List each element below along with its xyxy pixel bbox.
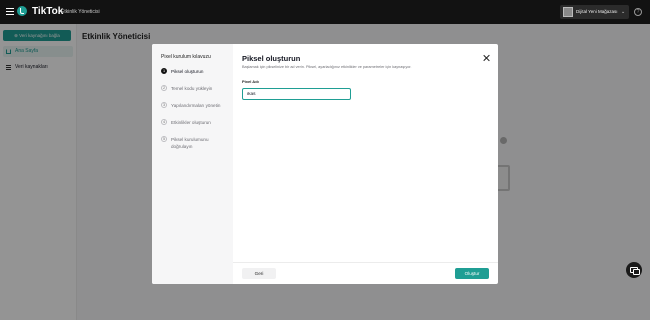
account-switcher[interactable]: Dijital Yeni Mağazası ⌄ bbox=[560, 5, 629, 19]
account-avatar bbox=[563, 7, 573, 17]
pixel-setup-modal: Pixel kurulum kılavuzu 1 Piksel oluşturu… bbox=[152, 44, 498, 284]
step-number: 4 bbox=[161, 119, 167, 125]
close-icon[interactable] bbox=[483, 55, 489, 61]
tiktok-logo-icon bbox=[17, 6, 27, 16]
step-number: 3 bbox=[161, 102, 167, 108]
steps-title: Pixel kurulum kılavuzu bbox=[161, 54, 211, 60]
top-bar: TikTok · Etkinlik Yöneticisi Dijital Yen… bbox=[0, 0, 650, 24]
step-label: Temel kodu yükleyin bbox=[171, 86, 213, 91]
modal-subtitle: Başlamak için pikselinize bir ad verin. … bbox=[242, 65, 412, 69]
step-number: 1 bbox=[161, 68, 167, 74]
create-button[interactable]: Oluştur bbox=[455, 268, 489, 279]
pixel-name-input[interactable] bbox=[242, 88, 351, 100]
pixel-name-label: Pixel Adı bbox=[242, 79, 259, 84]
step-number: 5 bbox=[161, 136, 167, 142]
account-name: Dijital Yeni Mağazası bbox=[576, 9, 618, 14]
step-number: 2 bbox=[161, 85, 167, 91]
chat-support-icon[interactable] bbox=[626, 262, 642, 278]
setup-steps-panel: Pixel kurulum kılavuzu 1 Piksel oluşturu… bbox=[152, 44, 233, 284]
step-label: Piksel kurulumunu doğrulayın bbox=[171, 137, 209, 149]
modal-title: Piksel oluşturun bbox=[242, 54, 301, 63]
app-subtitle: · Etkinlik Yöneticisi bbox=[58, 9, 100, 15]
hamburger-menu-icon[interactable] bbox=[6, 8, 14, 15]
chevron-down-icon: ⌄ bbox=[621, 9, 626, 15]
back-button[interactable]: Geri bbox=[242, 268, 276, 279]
step-label: Piksel oluşturun bbox=[171, 69, 204, 74]
modal-footer: Geri Oluştur bbox=[233, 262, 498, 284]
help-icon[interactable]: ? bbox=[634, 8, 642, 16]
step-label: Yapılandırmaları yönetin bbox=[171, 103, 221, 108]
step-label: Etkinlikler oluşturun bbox=[171, 120, 211, 125]
